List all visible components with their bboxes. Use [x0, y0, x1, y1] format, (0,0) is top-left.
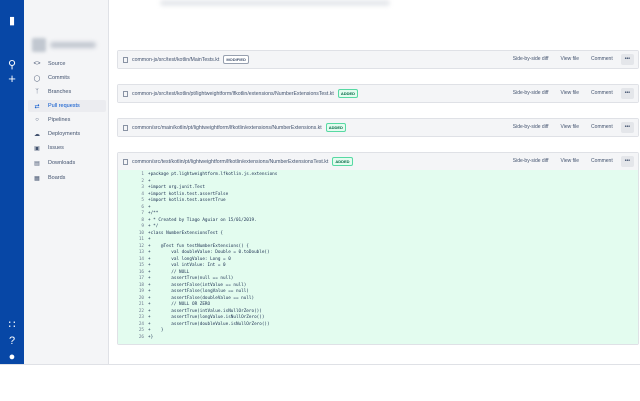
blurred-header-text	[160, 0, 390, 6]
diff-file: common/src/test/kotlin/pt/lightweightfor…	[117, 152, 639, 345]
code-text: +import kotlin.test.assertTrue	[148, 198, 226, 203]
comment-button[interactable]: Comment	[587, 122, 617, 133]
sidebar-item-deployments[interactable]: ☁ Deployments	[28, 128, 106, 140]
side-by-side-diff-button[interactable]: Side-by-side diff	[508, 88, 553, 99]
more-actions-button[interactable]: •••	[620, 88, 634, 99]
code-icon: <>	[33, 61, 41, 67]
comment-button[interactable]: Comment	[587, 88, 617, 99]
side-by-side-diff-button[interactable]: Side-by-side diff	[508, 122, 553, 133]
apps-grid-icon[interactable]: ∷	[5, 318, 19, 332]
sidebar-item-branches[interactable]: ᛉ Branches	[28, 86, 106, 98]
comment-button[interactable]: Comment	[587, 156, 617, 167]
diff-file-header: common/src/main/kotlin/pt/lightweightfor…	[118, 119, 638, 136]
file-icon	[123, 124, 128, 131]
branch-icon: ᛉ	[35, 89, 39, 95]
view-file-button[interactable]: View file	[556, 156, 584, 167]
help-icon[interactable]: ?	[5, 334, 19, 348]
diff-file-header: common-js/src/test/kotlin/MainTests.kt M…	[118, 51, 638, 68]
commit-icon: ◯	[33, 75, 41, 82]
code-text: + assertTrue(doubleValue.isNullOrZero())	[148, 321, 270, 327]
code-text: +package pt.lightweightform.lfkotlin.js.…	[148, 172, 278, 177]
repo-sidebar: <> Source ◯ Commits ᛉ Branches ⇄ Pull reques…	[24, 0, 109, 364]
status-badge: MODIFIED	[223, 55, 249, 64]
download-icon: ▤	[34, 160, 40, 167]
plus-icon[interactable]: +	[5, 72, 19, 86]
view-file-button[interactable]: View file	[556, 122, 584, 133]
sidebar-item-source[interactable]: <> Source	[28, 58, 106, 70]
avatar[interactable]: ●	[5, 350, 19, 364]
pipelines-icon: ○	[35, 117, 39, 123]
code-text: + * Created by Tiago Aguiar on 15/01/201…	[148, 217, 257, 223]
diff-code-body: 1 +package pt.lightweightform.lfkotlin.js…	[118, 170, 638, 344]
deploy-icon: ☁	[34, 131, 40, 138]
pull-request-icon: ⇄	[34, 103, 40, 110]
file-icon	[123, 90, 128, 97]
more-actions-button[interactable]: •••	[620, 156, 634, 167]
file-icon	[123, 56, 128, 63]
sidebar-item-pipelines[interactable]: ○ Pipelines	[28, 114, 106, 126]
view-file-button[interactable]: View file	[556, 88, 584, 99]
diff-file: common/src/main/kotlin/pt/lightweightfor…	[117, 118, 639, 137]
repo-avatar[interactable]	[32, 38, 46, 52]
board-icon: ▦	[34, 175, 40, 182]
sidebar-item-boards[interactable]: ▦ Boards	[28, 172, 106, 184]
code-text: +class NumberExtensionsTest {	[148, 230, 224, 236]
status-badge: ADDED	[337, 89, 359, 98]
more-actions-button[interactable]: •••	[620, 122, 634, 133]
old-line-number	[118, 335, 130, 342]
file-path[interactable]: common/src/test/kotlin/pt/lightweightfor…	[132, 159, 328, 165]
code-text: +}	[148, 334, 154, 340]
sidebar-item-downloads[interactable]: ▤ Downloads	[28, 157, 106, 169]
sidebar-item-pull-requests[interactable]: ⇄ Pull requests	[28, 100, 106, 112]
side-by-side-diff-button[interactable]: Side-by-side diff	[508, 156, 553, 167]
search-icon[interactable]: ⚲	[5, 58, 19, 72]
more-actions-button[interactable]: •••	[620, 54, 634, 65]
diff-file-header: common/src/test/kotlin/pt/lightweightfor…	[118, 153, 638, 170]
status-badge: ADDED	[325, 123, 346, 132]
comment-button[interactable]: Comment	[587, 54, 617, 65]
diff-file-header: common-js/src/test/kotlin/pt/lightweight…	[118, 85, 638, 102]
file-path[interactable]: common-js/src/test/kotlin/MainTests.kt	[132, 57, 219, 63]
page-footer-area	[0, 364, 640, 401]
status-badge: ADDED	[332, 157, 353, 166]
sidebar-item-issues[interactable]: ▣ Issues	[28, 142, 106, 154]
view-file-button[interactable]: View file	[556, 54, 584, 65]
file-path[interactable]: common-js/src/test/kotlin/pt/lightweight…	[132, 91, 334, 97]
global-nav-rail: ▮ ⚲ + ∷ ? ●	[0, 0, 24, 364]
diff-file: common-js/src/test/kotlin/MainTests.kt M…	[117, 50, 639, 69]
side-by-side-diff-button[interactable]: Side-by-side diff	[508, 54, 553, 65]
new-line-number[interactable]: 26	[130, 335, 144, 342]
diff-file: common-js/src/test/kotlin/pt/lightweight…	[117, 84, 639, 103]
sidebar-item-commits[interactable]: ◯ Commits	[28, 72, 106, 84]
repo-name[interactable]	[50, 42, 96, 48]
file-icon	[123, 158, 128, 165]
file-path[interactable]: common/src/main/kotlin/pt/lightweightfor…	[132, 125, 322, 131]
issues-icon: ▣	[34, 145, 40, 152]
diff-line[interactable]: 26 +}	[118, 335, 638, 342]
bitbucket-logo-icon[interactable]: ▮	[5, 14, 19, 28]
